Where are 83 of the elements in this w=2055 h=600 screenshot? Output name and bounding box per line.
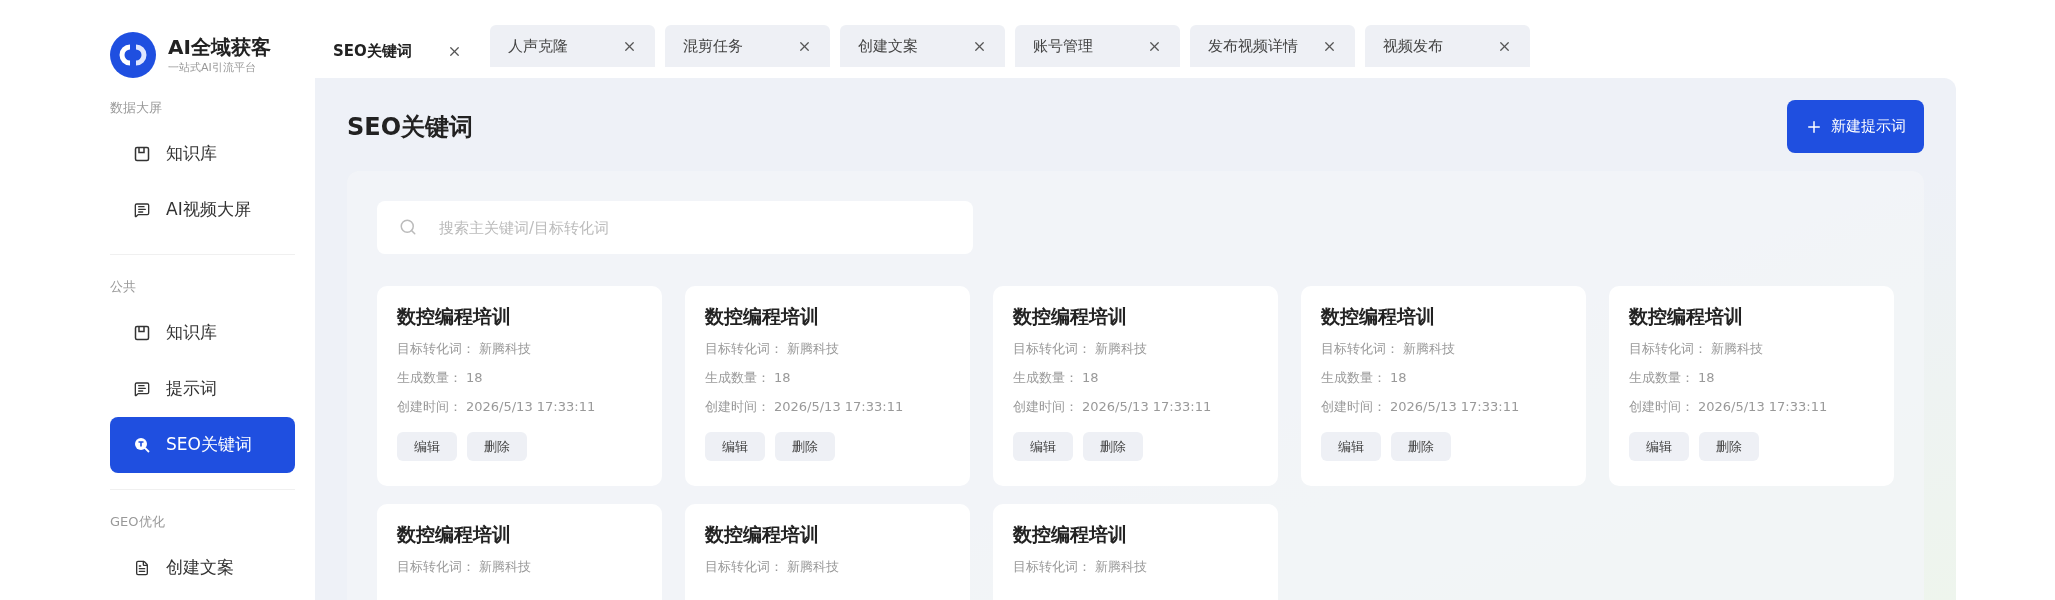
field-value: 新腾科技	[787, 558, 839, 576]
card-title: 数控编程培训	[705, 304, 820, 329]
card-action-button[interactable]: 删除	[467, 432, 527, 461]
field-label: 创建时间：	[705, 398, 770, 416]
field-value: 18	[1698, 369, 1715, 387]
bookmark-square-icon	[134, 325, 150, 341]
field-label: 生成数量：	[705, 369, 770, 387]
new-prompt-button[interactable]: 新建提示词	[1787, 100, 1924, 153]
field-label: 创建时间：	[1321, 398, 1386, 416]
section-title: 数据大屏	[110, 99, 163, 117]
brand-subtitle: 一站式AI引流平台	[168, 60, 257, 76]
field-value: 新腾科技	[1711, 340, 1763, 358]
field-value: 18	[1390, 369, 1407, 387]
tab[interactable]: 发布视频详情	[1190, 25, 1355, 67]
field-label: 目标转化词：	[1629, 340, 1707, 358]
sidebar-item[interactable]: AI视频大屏	[110, 182, 295, 238]
field-label: 生成数量：	[1013, 369, 1078, 387]
card-title: 数控编程培训	[1013, 304, 1128, 329]
tab[interactable]: 创建文案	[840, 25, 1005, 67]
search-icon	[134, 437, 150, 453]
logo-icon	[110, 32, 156, 78]
sidebar-item[interactable]: 知识库	[110, 126, 295, 182]
field-value: 新腾科技	[1095, 558, 1147, 576]
tab[interactable]: 人声克隆	[490, 25, 655, 67]
field-value: 2026/5/13 17:33:11	[466, 398, 596, 416]
bookmark-square-icon	[134, 146, 150, 162]
card-action-button[interactable]: 删除	[1083, 432, 1143, 461]
field-label: 目标转化词：	[397, 558, 475, 576]
card-action-button[interactable]: 编辑	[1013, 432, 1073, 461]
card-title: 数控编程培训	[397, 304, 512, 329]
tab[interactable]: 账号管理	[1015, 25, 1180, 67]
tab[interactable]: 视频发布	[1365, 25, 1530, 67]
field-value: 18	[466, 369, 483, 387]
search-field[interactable]: 搜索主关键词/目标转化词	[377, 201, 973, 254]
sidebar-item[interactable]: SEO关键词	[110, 417, 295, 473]
field-label: 创建时间：	[397, 398, 462, 416]
field-value: 2026/5/13 17:33:11	[1082, 398, 1212, 416]
field-value: 新腾科技	[787, 340, 839, 358]
card-title: 数控编程培训	[1321, 304, 1436, 329]
field-label: 目标转化词：	[705, 558, 783, 576]
card-action-button[interactable]: 编辑	[1321, 432, 1381, 461]
tab[interactable]: 混剪任务	[665, 25, 830, 67]
field-value: 2026/5/13 17:33:11	[1390, 398, 1520, 416]
field-value: 新腾科技	[479, 340, 531, 358]
field-value: 18	[1082, 369, 1099, 387]
field-label: 创建时间：	[1629, 398, 1694, 416]
field-label: 目标转化词：	[1013, 558, 1091, 576]
field-value: 新腾科技	[1095, 340, 1147, 358]
field-label: 目标转化词：	[1321, 340, 1399, 358]
section-title: 公共	[110, 278, 137, 296]
field-value: 2026/5/13 17:33:11	[1698, 398, 1828, 416]
field-label: 生成数量：	[1321, 369, 1386, 387]
field-label: 生成数量：	[397, 369, 462, 387]
field-label: 目标转化词：	[397, 340, 475, 358]
page-title: SEO关键词	[347, 111, 474, 143]
card-action-button[interactable]: 编辑	[1629, 432, 1689, 461]
field-label: 生成数量：	[1629, 369, 1694, 387]
field-value: 新腾科技	[479, 558, 531, 576]
field-value: 18	[774, 369, 791, 387]
comment-icon	[134, 202, 150, 218]
sidebar-item[interactable]: 提示词	[110, 361, 295, 417]
card-action-button[interactable]: 删除	[775, 432, 835, 461]
brand-title: AI全域获客	[168, 34, 271, 60]
search-icon	[399, 218, 417, 236]
sidebar-item[interactable]: 创建文案	[110, 540, 295, 596]
card-action-button[interactable]: 编辑	[397, 432, 457, 461]
section-title: GEO优化	[110, 513, 166, 531]
card-action-button[interactable]: 删除	[1699, 432, 1759, 461]
field-label: 目标转化词：	[1013, 340, 1091, 358]
card-title: 数控编程培训	[705, 522, 820, 547]
card-title: 数控编程培训	[1629, 304, 1744, 329]
card-title: 数控编程培训	[397, 522, 512, 547]
document-icon	[134, 560, 150, 576]
card-title: 数控编程培训	[1013, 522, 1128, 547]
field-value: 2026/5/13 17:33:11	[774, 398, 904, 416]
comment-icon	[134, 381, 150, 397]
card-action-button[interactable]: 删除	[1391, 432, 1451, 461]
close-icon[interactable]	[447, 44, 462, 59]
field-label: 创建时间：	[1013, 398, 1078, 416]
card-action-button[interactable]: 编辑	[705, 432, 765, 461]
field-label: 目标转化词：	[705, 340, 783, 358]
sidebar-item[interactable]: 知识库	[110, 305, 295, 361]
field-value: 新腾科技	[1403, 340, 1455, 358]
